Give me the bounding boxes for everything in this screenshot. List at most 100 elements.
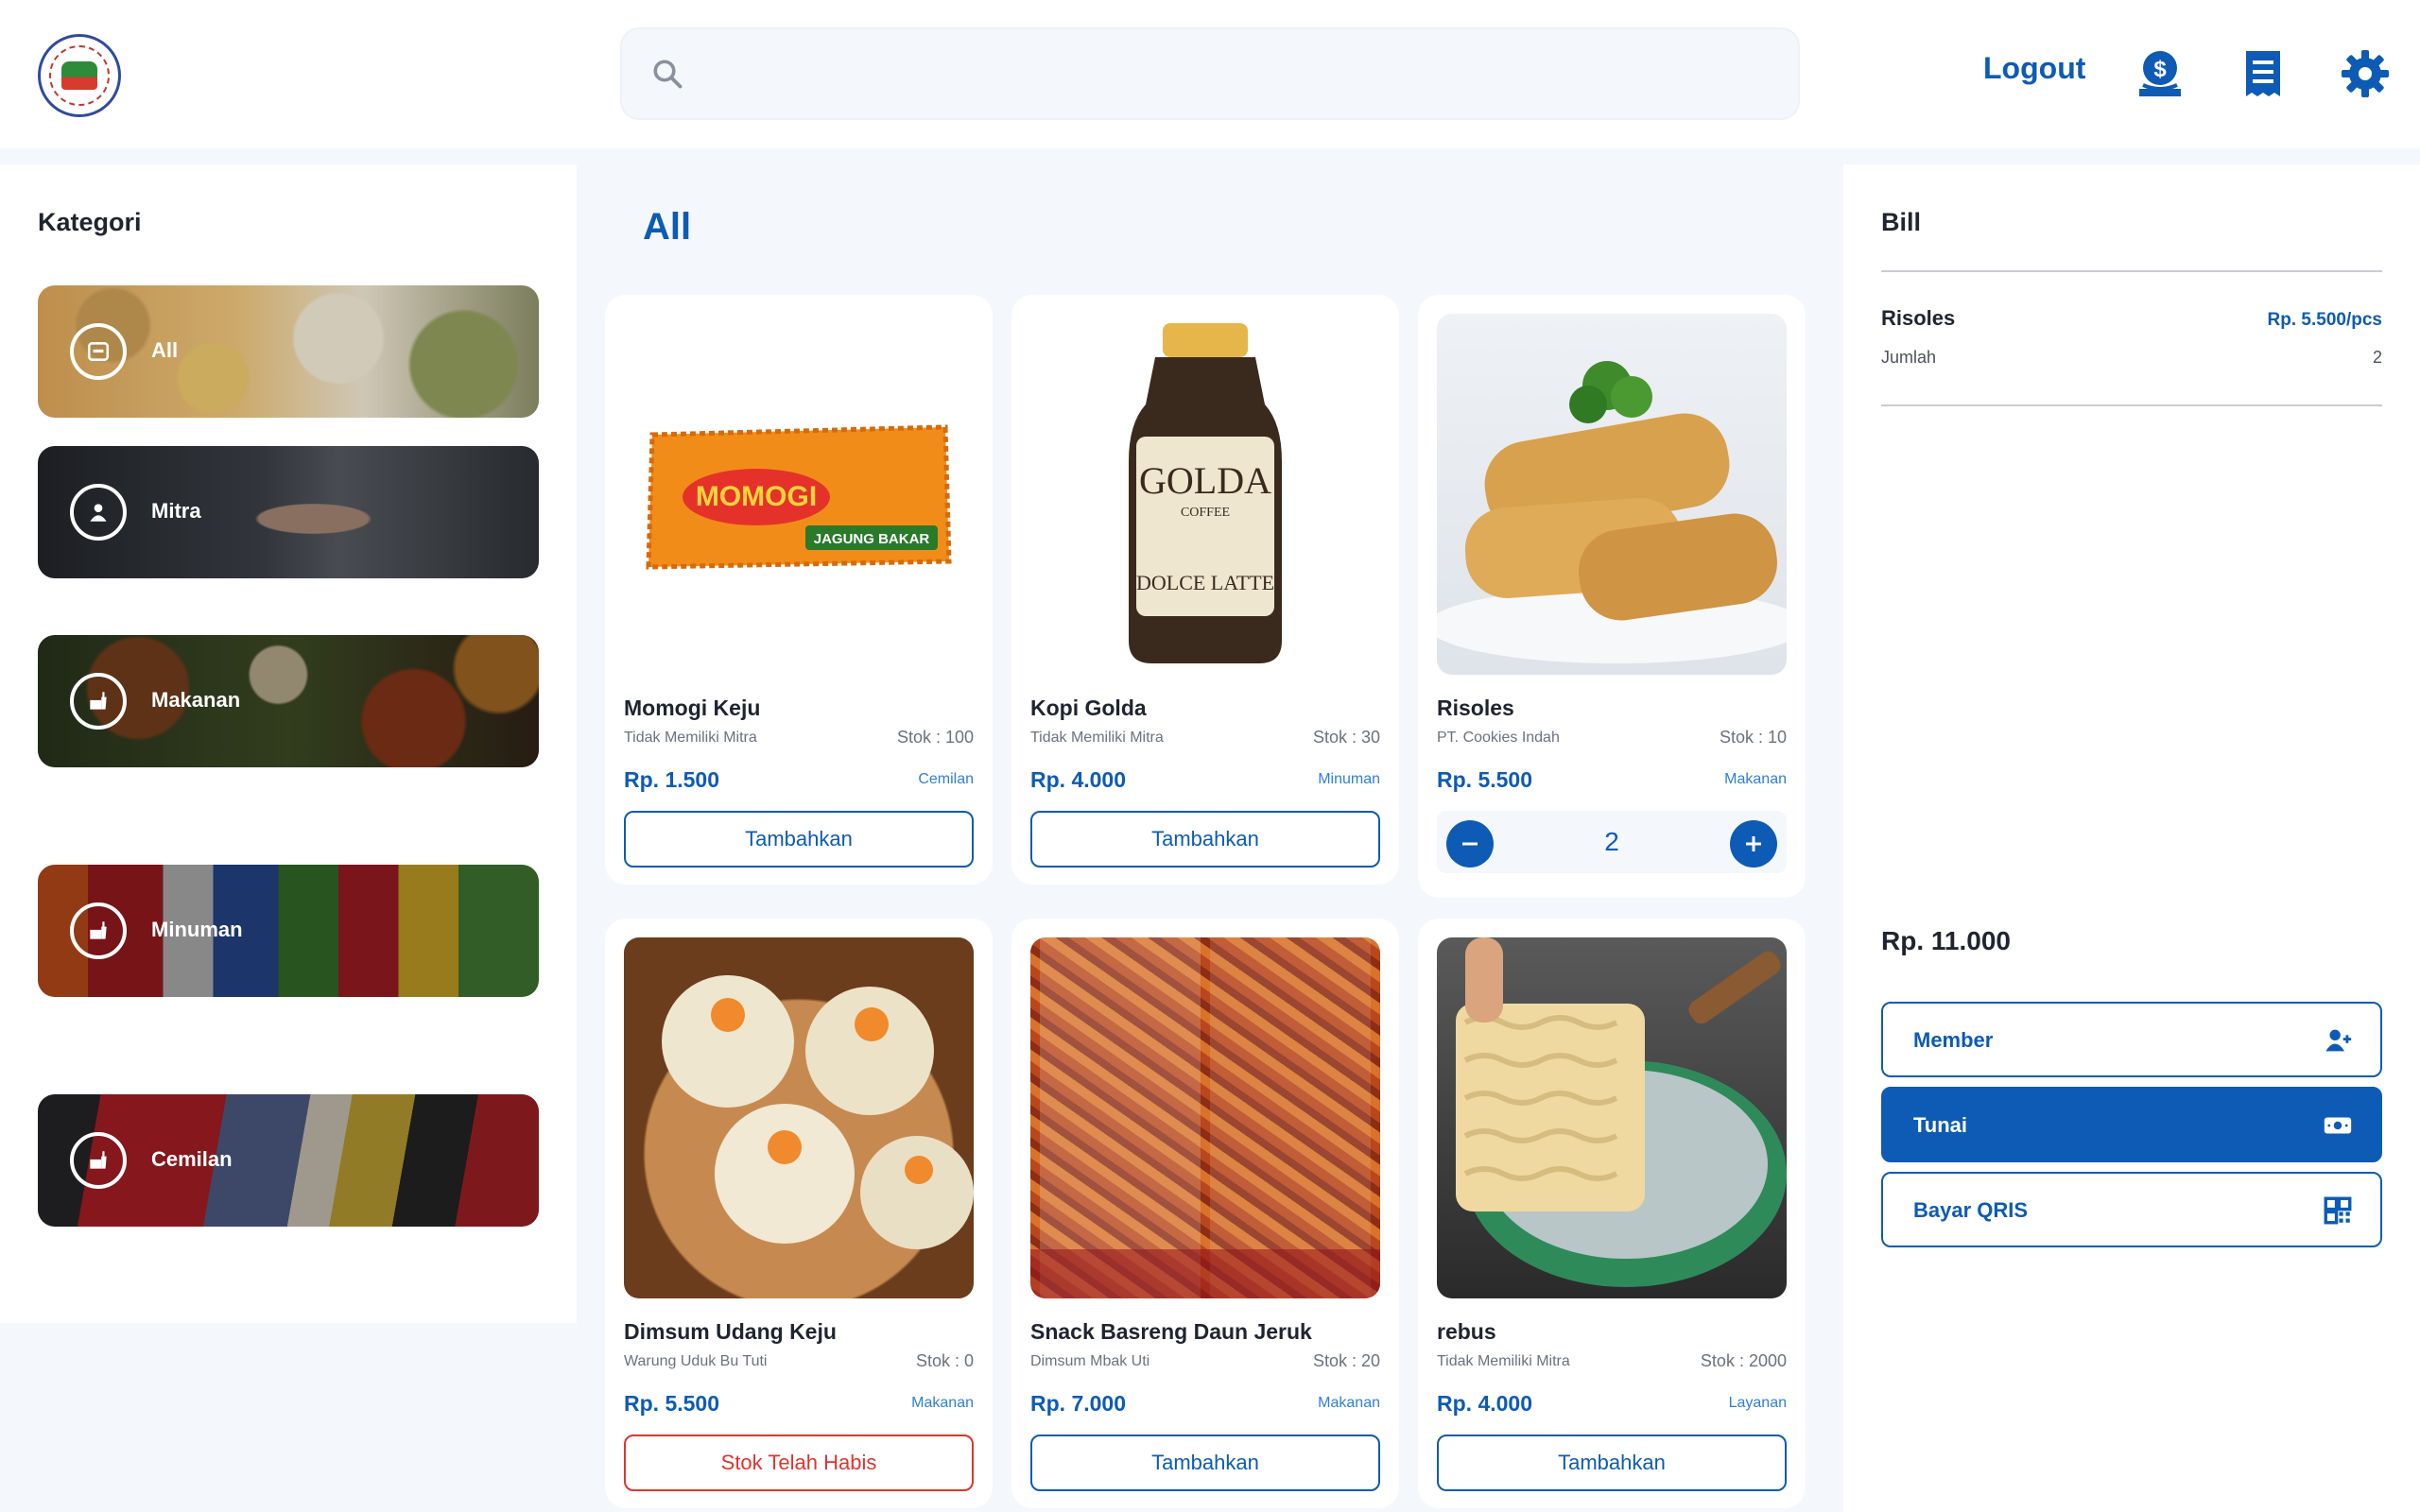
product-stock: Stok : 2000 [1700,1351,1787,1370]
svg-text:MOMOGI: MOMOGI [696,481,817,512]
logo-seal [38,34,121,117]
product-mitra: Tidak Memiliki Mitra [1030,730,1164,746]
product-name: rebus [1437,1319,1496,1344]
bill-title: Bill [1881,208,1922,236]
category-all[interactable]: All [38,285,539,418]
category-makanan[interactable]: Makanan [38,635,539,767]
plus-icon [1746,836,1761,851]
search-icon [653,60,683,89]
pay-cash-button[interactable]: Tunai [1881,1087,2382,1162]
product-price: Rp. 1.500 [624,767,719,792]
product-price: Rp. 5.500 [1437,767,1532,792]
product-price: Rp. 4.000 [1437,1391,1532,1416]
cash-deposit-icon[interactable]: $ [2134,47,2187,100]
add-to-cart-button[interactable]: Tambahkan [1437,1435,1787,1491]
product-category: Layanan [1728,1395,1787,1411]
increment-button[interactable] [1730,820,1777,868]
add-to-cart-button[interactable]: Tambahkan [1030,1435,1380,1491]
product-category: Makanan [1318,1395,1380,1411]
pay-qris-button[interactable]: Bayar QRIS [1881,1172,2382,1247]
product-price: Rp. 7.000 [1030,1391,1126,1416]
person-icon [70,484,127,541]
bill-item-name: Risoles [1881,306,1956,330]
product-stock: Stok : 20 [1312,1351,1380,1370]
pay-label: Member [1913,1028,1994,1052]
qr-icon [2324,1196,2352,1225]
product-name: Risoles [1437,696,1514,720]
bill-panel: Bill Risoles Rp. 5.500/pcs Jumlah 2 Rp. … [1843,164,2420,1512]
category-label: Cemilan [151,1147,233,1171]
bill-total: Rp. 11.000 [1881,926,2011,955]
search-bar[interactable] [620,27,1800,120]
receipt-icon[interactable] [2237,47,2290,100]
product-stock: Stok : 0 [915,1351,974,1370]
product-mitra: Tidak Memiliki Mitra [624,730,757,746]
pay-label: Bayar QRIS [1913,1198,2029,1222]
add-to-cart-button[interactable]: Tambahkan [1030,811,1380,868]
top-bar: Logout $ [0,0,2420,148]
product-name: Kopi Golda [1030,696,1147,720]
bill-item-price: Rp. 5.500/pcs [2267,310,2382,330]
category-label: Mitra [151,499,201,523]
svg-text:$: $ [2153,57,2167,82]
product-name: Momogi Keju [624,696,761,720]
product-mitra: Warung Uduk Bu Tuti [624,1353,768,1369]
product-card: GOLDA COFFEE DOLCE LATTE Kopi Golda Tida… [1011,295,1399,885]
product-image: MOMOGI JAGUNG BAKAR [624,314,974,675]
quantity-stepper: 2 [1437,811,1787,873]
svg-text:GOLDA: GOLDA [1139,459,1271,502]
food-icon [70,1132,127,1189]
product-image [1030,937,1380,1298]
svg-text:COFFEE: COFFEE [1181,506,1230,520]
product-name: Dimsum Udang Keju [624,1319,837,1344]
product-mitra: Dimsum Mbak Uti [1030,1353,1150,1369]
product-image [1437,937,1787,1298]
product-card: MOMOGI JAGUNG BAKAR Momogi Keju Tidak Me… [605,295,993,885]
member-icon [2325,1029,2352,1052]
product-image [1437,314,1787,675]
category-minuman[interactable]: Minuman [38,865,539,997]
svg-text:DOLCE LATTE: DOLCE LATTE [1136,571,1274,594]
category-mitra[interactable]: Mitra [38,446,539,578]
product-category: Makanan [1724,771,1787,787]
category-label: Makanan [151,688,241,712]
product-card: rebus Tidak Memiliki Mitra Stok : 2000 R… [1418,919,1806,1508]
product-mitra: PT. Cookies Indah [1437,730,1560,746]
product-card: Risoles PT. Cookies Indah Stok : 10 Rp. … [1418,295,1806,898]
cash-icon [2324,1117,2352,1134]
product-price: Rp. 4.000 [1030,767,1126,792]
product-name: Snack Basreng Daun Jeruk [1030,1319,1312,1344]
product-image: GOLDA COFFEE DOLCE LATTE [1030,314,1380,675]
product-mitra: Tidak Memiliki Mitra [1437,1353,1570,1369]
food-icon [70,673,127,730]
product-card: Dimsum Udang Keju Warung Uduk Bu Tuti St… [605,919,993,1508]
all-icon [70,323,127,380]
product-category: Cemilan [918,771,974,787]
product-image [624,937,974,1298]
out-of-stock-button[interactable]: Stok Telah Habis [624,1435,974,1491]
add-to-cart-button[interactable]: Tambahkan [624,811,974,868]
food-icon [70,902,127,959]
product-category: Makanan [911,1395,974,1411]
page-title: All [643,206,692,248]
product-stock: Stok : 100 [896,728,974,747]
divider [1881,270,2382,272]
category-cemilan[interactable]: Cemilan [38,1094,539,1227]
product-card: Snack Basreng Daun Jeruk Dimsum Mbak Uti… [1011,919,1399,1508]
search-input[interactable] [707,48,1766,101]
product-category: Minuman [1318,771,1380,787]
bill-item-qty-label: Jumlah [1881,348,1937,367]
sidebar-title: Kategori [38,208,142,236]
bill-item-qty: 2 [2372,348,2382,367]
category-sidebar: Kategori All Mitra Makanan Minuman Cemil… [0,164,577,1323]
product-stock: Stok : 30 [1312,728,1380,747]
pay-label: Tunai [1913,1113,1968,1137]
divider [1881,404,2382,406]
pay-member-button[interactable]: Member [1881,1002,2382,1077]
gear-icon[interactable] [2339,47,2392,100]
category-label: All [151,338,179,362]
svg-text:JAGUNG BAKAR: JAGUNG BAKAR [814,531,930,547]
logout-button[interactable]: Logout [1983,51,2085,86]
category-label: Minuman [151,918,243,941]
product-stock: Stok : 10 [1719,728,1787,747]
